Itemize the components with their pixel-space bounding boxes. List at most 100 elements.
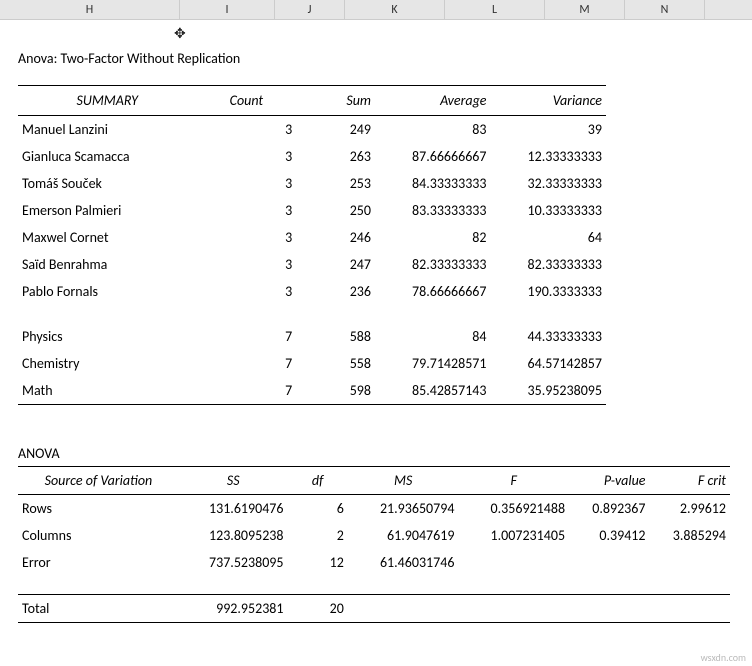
cell-df[interactable]: 2 — [288, 522, 348, 549]
cell-name[interactable]: Maxwel Cornet — [18, 224, 197, 251]
cell-count[interactable]: 7 — [197, 350, 297, 377]
cell-variance[interactable]: 64.57142857 — [491, 350, 607, 377]
cell-sum[interactable]: 558 — [296, 350, 375, 377]
cell-average[interactable]: 84 — [375, 323, 491, 350]
hdr-src: Source of Variation — [18, 467, 179, 495]
cell-f[interactable] — [458, 549, 569, 576]
hdr-p: P-value — [569, 467, 649, 495]
cell-sum[interactable]: 250 — [296, 197, 375, 224]
col-header-l[interactable]: L — [445, 0, 545, 19]
cell-count[interactable]: 3 — [197, 197, 297, 224]
cell-count[interactable]: 7 — [197, 377, 297, 405]
cell-name[interactable]: Chemistry — [18, 350, 197, 377]
col-header-k[interactable]: K — [345, 0, 445, 19]
cell-count[interactable]: 3 — [197, 116, 297, 144]
cell-average[interactable]: 84.33333333 — [375, 170, 491, 197]
table-row: Tomáš Souček 3 253 84.33333333 32.333333… — [18, 170, 606, 197]
cell-src[interactable]: Rows — [18, 495, 179, 523]
cell-sum[interactable]: 236 — [296, 278, 375, 305]
cell-src[interactable]: Total — [18, 594, 179, 622]
spreadsheet-body[interactable]: ✥ Anova: Two-Factor Without Replication … — [0, 20, 752, 623]
table-row: Pablo Fornals 3 236 78.66666667 190.3333… — [18, 278, 606, 305]
cell-ss[interactable]: 992.952381 — [179, 594, 288, 622]
cell-sum[interactable]: 249 — [296, 116, 375, 144]
cell-variance[interactable]: 10.33333333 — [491, 197, 607, 224]
cell-df[interactable]: 20 — [288, 594, 348, 622]
cell-variance[interactable]: 39 — [491, 116, 607, 144]
cell-variance[interactable]: 44.33333333 — [491, 323, 607, 350]
table-row: Physics 7 588 84 44.33333333 — [18, 323, 606, 350]
cell-count[interactable]: 3 — [197, 170, 297, 197]
cell-f[interactable]: 0.356921488 — [458, 495, 569, 523]
col-header-j[interactable]: J — [275, 0, 345, 19]
cell-average[interactable]: 83 — [375, 116, 491, 144]
cell-df[interactable]: 6 — [288, 495, 348, 523]
cell-average[interactable]: 82.33333333 — [375, 251, 491, 278]
cell-src[interactable]: Error — [18, 549, 179, 576]
cell-fcrit[interactable] — [649, 594, 730, 622]
cell-variance[interactable]: 12.33333333 — [491, 143, 607, 170]
cell-sum[interactable]: 588 — [296, 323, 375, 350]
cell-p[interactable]: 0.892367 — [569, 495, 649, 523]
cell-ss[interactable]: 737.5238095 — [179, 549, 288, 576]
cell-variance[interactable]: 64 — [491, 224, 607, 251]
cell-name[interactable]: Emerson Palmieri — [18, 197, 197, 224]
cell-name[interactable]: Gianluca Scamacca — [18, 143, 197, 170]
cell-src[interactable]: Columns — [18, 522, 179, 549]
cell-sum[interactable]: 263 — [296, 143, 375, 170]
cell-name[interactable]: Math — [18, 377, 197, 405]
cell-p[interactable] — [569, 549, 649, 576]
cell-sum[interactable]: 247 — [296, 251, 375, 278]
cell-fcrit[interactable]: 2.99612 — [649, 495, 730, 523]
cell-cursor-icon: ✥ — [174, 25, 186, 42]
col-header-n[interactable]: N — [625, 0, 705, 19]
cell-fcrit[interactable]: 3.885294 — [649, 522, 730, 549]
cell-name[interactable]: Manuel Lanzini — [18, 116, 197, 144]
hdr-summary: SUMMARY — [18, 86, 197, 116]
cell-average[interactable]: 87.66666667 — [375, 143, 491, 170]
cell-count[interactable]: 3 — [197, 143, 297, 170]
table-row: Columns 123.8095238 2 61.9047619 1.00723… — [18, 522, 730, 549]
cell-ms[interactable]: 61.9047619 — [348, 522, 459, 549]
cell-ss[interactable]: 123.8095238 — [179, 522, 288, 549]
cell-variance[interactable]: 82.33333333 — [491, 251, 607, 278]
cell-sum[interactable]: 246 — [296, 224, 375, 251]
cell-name[interactable]: Pablo Fornals — [18, 278, 197, 305]
cell-ms[interactable]: 21.93650794 — [348, 495, 459, 523]
cell-ms[interactable]: 61.46031746 — [348, 549, 459, 576]
cell-average[interactable]: 79.71428571 — [375, 350, 491, 377]
cell-f[interactable]: 1.007231405 — [458, 522, 569, 549]
hdr-variance: Variance — [491, 86, 607, 116]
cell-name[interactable]: Physics — [18, 323, 197, 350]
cell-count[interactable]: 7 — [197, 323, 297, 350]
cell-name[interactable]: Tomáš Souček — [18, 170, 197, 197]
col-header-h[interactable]: H — [0, 0, 180, 19]
summary-header-row: SUMMARY Count Sum Average Variance — [18, 86, 606, 116]
cell-count[interactable]: 3 — [197, 251, 297, 278]
cell-df[interactable]: 12 — [288, 549, 348, 576]
cell-p[interactable] — [569, 594, 649, 622]
spacer-row — [18, 576, 730, 594]
col-header-i[interactable]: I — [180, 0, 275, 19]
cell-average[interactable]: 82 — [375, 224, 491, 251]
cell-average[interactable]: 78.66666667 — [375, 278, 491, 305]
hdr-count: Count — [197, 86, 297, 116]
cell-sum[interactable]: 253 — [296, 170, 375, 197]
table-row: Gianluca Scamacca 3 263 87.66666667 12.3… — [18, 143, 606, 170]
cell-ms[interactable] — [348, 594, 459, 622]
cell-sum[interactable]: 598 — [296, 377, 375, 405]
cell-average[interactable]: 83.33333333 — [375, 197, 491, 224]
cell-p[interactable]: 0.39412 — [569, 522, 649, 549]
col-header-m[interactable]: M — [545, 0, 625, 19]
cell-variance[interactable]: 32.33333333 — [491, 170, 607, 197]
cell-count[interactable]: 3 — [197, 224, 297, 251]
cell-count[interactable]: 3 — [197, 278, 297, 305]
cell-variance[interactable]: 35.95238095 — [491, 377, 607, 405]
analysis-title: Anova: Two-Factor Without Replication — [6, 20, 746, 85]
cell-name[interactable]: Saïd Benrahma — [18, 251, 197, 278]
cell-ss[interactable]: 131.6190476 — [179, 495, 288, 523]
cell-f[interactable] — [458, 594, 569, 622]
cell-variance[interactable]: 190.3333333 — [491, 278, 607, 305]
cell-average[interactable]: 85.42857143 — [375, 377, 491, 405]
cell-fcrit[interactable] — [649, 549, 730, 576]
